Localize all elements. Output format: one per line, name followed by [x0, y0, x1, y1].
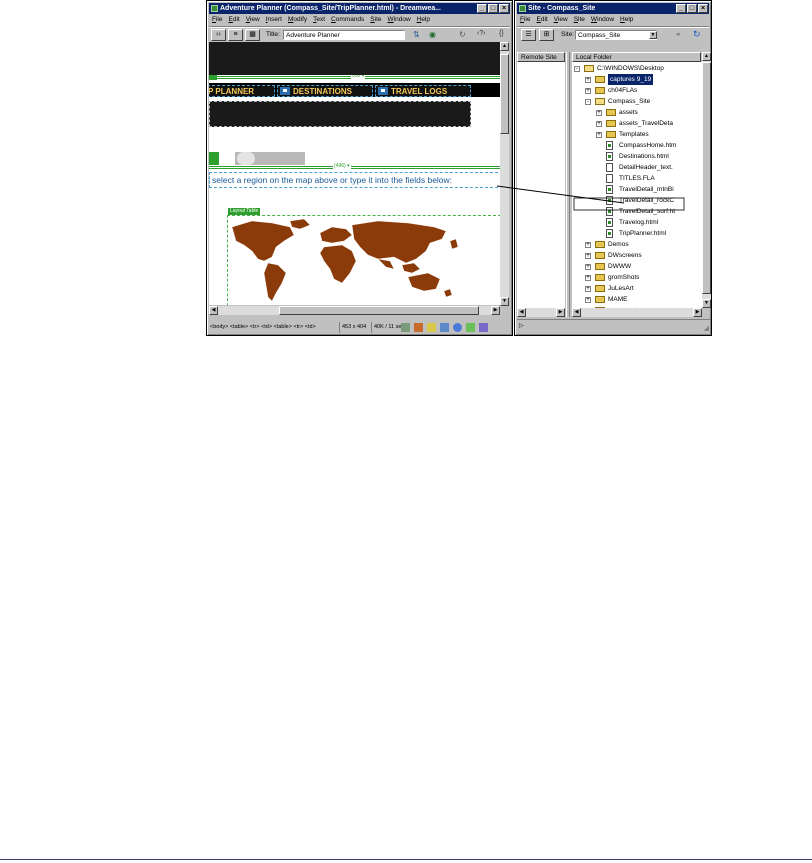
point-to-file-line	[496, 185, 685, 211]
page-divider-line	[0, 859, 812, 860]
